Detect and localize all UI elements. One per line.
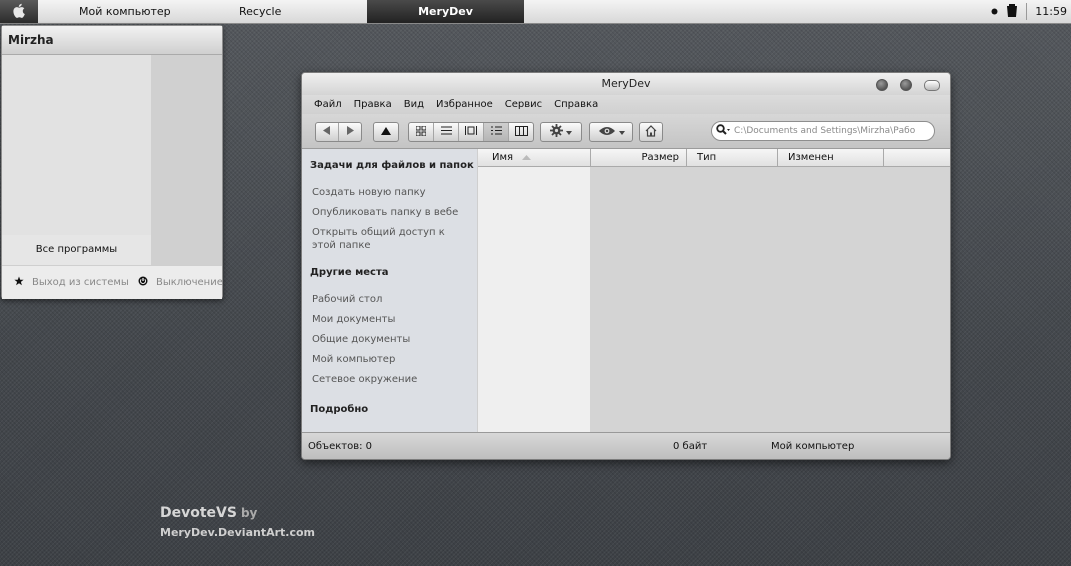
file-list: Имя Размер Тип Изменен — [478, 149, 950, 432]
maximize-button[interactable] — [900, 79, 912, 91]
link-shared-documents[interactable]: Общие документы — [312, 333, 472, 346]
nav-buttons — [315, 122, 362, 142]
eye-icon — [598, 126, 616, 139]
apple-icon — [12, 3, 26, 21]
address-search-field[interactable]: C:\Documents and Settings\Mirzha\Рабо — [711, 121, 935, 141]
column-modified[interactable]: Изменен — [778, 149, 884, 167]
column-type[interactable]: Тип — [687, 149, 778, 167]
view-thumbnails-button[interactable] — [409, 123, 434, 141]
system-tray: 11:59 — [991, 0, 1071, 23]
arrow-left-icon — [323, 126, 331, 138]
view-filmstrip-button[interactable] — [459, 123, 484, 141]
start-menu-user: Mirzha — [2, 26, 222, 55]
start-menu-footer: Выход из системы Выключение — [2, 265, 223, 299]
logout-button[interactable]: Выход из системы — [14, 266, 129, 299]
start-menu: Mirzha Все программы Выход из системы Вы… — [1, 25, 223, 299]
up-button-group — [373, 122, 399, 142]
status-location: Мой компьютер — [771, 441, 855, 452]
status-bar: Объектов: 0 0 байт Мой компьютер — [302, 432, 950, 459]
clock[interactable]: 11:59 — [1035, 5, 1067, 18]
list-icon — [440, 126, 452, 138]
taskbar-item-recycle[interactable]: Recycle — [239, 0, 281, 23]
watermark-title: DevoteVS by — [160, 505, 257, 521]
up-button[interactable] — [374, 123, 398, 141]
toolbar: C:\Documents and Settings\Mirzha\Рабо — [302, 114, 950, 149]
arrow-up-icon — [381, 126, 391, 138]
shutdown-button[interactable]: Выключение — [138, 266, 223, 299]
start-menu-programs-pane — [2, 55, 151, 235]
details-icon — [490, 126, 502, 138]
status-size: 0 байт — [673, 441, 708, 452]
link-share-folder[interactable]: Открыть общий доступ к этой папке — [312, 226, 462, 252]
taskbar-item-my-computer[interactable]: Мой компьютер — [79, 0, 171, 23]
chevron-down-icon — [618, 127, 625, 138]
watermark-site: MeryDev.DeviantArt.com — [160, 526, 316, 539]
arrow-right-icon — [346, 126, 354, 138]
view-buttons — [408, 122, 534, 142]
home-button[interactable] — [640, 123, 662, 141]
section-details-title[interactable]: Подробно — [310, 404, 368, 415]
settings-dropdown-button[interactable] — [541, 123, 581, 141]
menu-favorites[interactable]: Избранное — [430, 95, 499, 114]
menu-file[interactable]: Файл — [308, 95, 348, 114]
home-button-group — [639, 122, 663, 142]
view-details-button[interactable] — [484, 123, 509, 141]
star-icon — [14, 276, 24, 289]
trash-icon[interactable] — [1006, 3, 1018, 20]
logout-label: Выход из системы — [32, 277, 129, 288]
section-other-places-title: Другие места — [310, 267, 389, 278]
apple-menu-button[interactable] — [0, 0, 38, 23]
taskbar: Мой компьютер Recycle MeryDev 11:59 — [0, 0, 1071, 24]
address-text: C:\Documents and Settings\Mirzha\Рабо — [734, 126, 916, 136]
view-list-button[interactable] — [434, 123, 459, 141]
watermark-title-text: DevoteVS — [160, 505, 237, 521]
menu-edit[interactable]: Правка — [348, 95, 398, 114]
search-icon — [716, 123, 730, 139]
filmstrip-icon — [465, 126, 477, 138]
menu-bar: Файл Правка Вид Избранное Сервис Справка — [302, 95, 950, 114]
link-new-folder[interactable]: Создать новую папку — [312, 186, 472, 199]
chevron-down-icon — [566, 127, 572, 138]
link-publish-folder[interactable]: Опубликовать папку в вебе — [312, 206, 472, 219]
menu-tools[interactable]: Сервис — [499, 95, 548, 114]
shutdown-label: Выключение — [156, 277, 223, 288]
column-name-label: Имя — [492, 152, 514, 163]
window-title[interactable]: MeryDev — [302, 73, 950, 95]
view-columns-button[interactable] — [509, 123, 533, 141]
all-programs-button[interactable]: Все программы — [2, 235, 151, 265]
back-button[interactable] — [316, 123, 339, 141]
view-options-button-group — [589, 122, 633, 142]
watermark-by: by — [240, 506, 258, 520]
link-network[interactable]: Сетевое окружение — [312, 373, 472, 386]
tray-divider — [1026, 3, 1028, 20]
power-icon — [138, 276, 148, 289]
gear-icon — [550, 124, 563, 140]
forward-button[interactable] — [339, 123, 361, 141]
link-desktop[interactable]: Рабочий стол — [312, 293, 472, 306]
window-controls — [876, 79, 940, 91]
toolbar-toggle-button[interactable] — [924, 79, 940, 91]
view-options-dropdown-button[interactable] — [590, 123, 632, 141]
column-filler — [884, 149, 950, 167]
name-column-area[interactable] — [478, 167, 590, 432]
settings-button-group — [540, 122, 582, 142]
status-object-count: Объектов: 0 — [308, 441, 373, 452]
link-my-computer[interactable]: Мой компьютер — [312, 353, 472, 366]
status-dot-icon[interactable] — [991, 5, 998, 18]
start-menu-places-pane — [151, 55, 222, 265]
column-name[interactable]: Имя — [478, 149, 591, 167]
section-file-tasks-title: Задачи для файлов и папок — [310, 160, 474, 171]
menu-view[interactable]: Вид — [398, 95, 430, 114]
minimize-button[interactable] — [876, 79, 888, 91]
task-pane: Задачи для файлов и папок Создать новую … — [302, 149, 477, 432]
taskbar-active-window[interactable]: MeryDev — [367, 0, 524, 23]
menu-help[interactable]: Справка — [548, 95, 604, 114]
explorer-window: MeryDev Файл Правка Вид Избранное Сервис… — [301, 72, 951, 460]
grid-icon — [415, 125, 427, 139]
link-my-documents[interactable]: Мои документы — [312, 313, 472, 326]
home-icon — [645, 124, 657, 140]
column-size[interactable]: Размер — [591, 149, 687, 167]
columns-icon — [514, 125, 528, 139]
